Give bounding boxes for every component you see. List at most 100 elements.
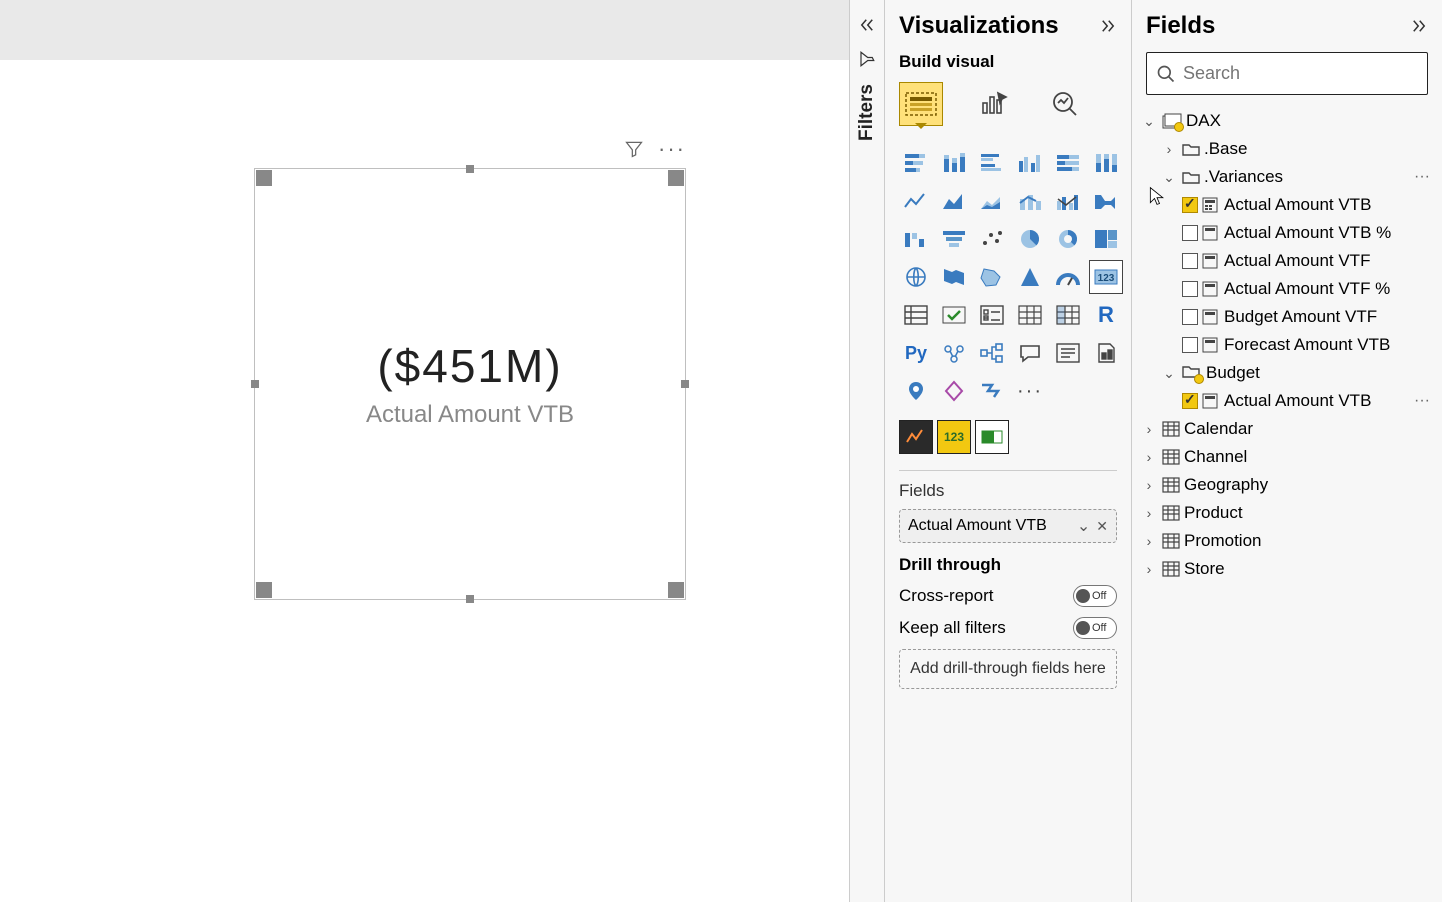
multi-row-card-icon[interactable] bbox=[899, 298, 933, 332]
100-stacked-column-icon[interactable] bbox=[1089, 146, 1123, 180]
decomposition-tree-icon[interactable] bbox=[975, 336, 1009, 370]
build-visual-tab[interactable] bbox=[899, 82, 943, 126]
visual-more-icon[interactable]: ··· bbox=[658, 136, 686, 162]
measure-actual-vtb[interactable]: Actual Amount VTB bbox=[1138, 191, 1436, 219]
resize-handle[interactable] bbox=[668, 582, 684, 598]
more-visuals-icon[interactable]: ··· bbox=[1013, 374, 1047, 408]
folder-budget[interactable]: ⌄ Budget bbox=[1138, 359, 1436, 387]
100-stacked-bar-icon[interactable] bbox=[1051, 146, 1085, 180]
resize-handle[interactable] bbox=[251, 380, 259, 388]
measure-actual-vtf[interactable]: Actual Amount VTF bbox=[1138, 247, 1436, 275]
gauge-icon[interactable] bbox=[1051, 260, 1085, 294]
slicer-icon[interactable] bbox=[975, 298, 1009, 332]
resize-handle[interactable] bbox=[256, 170, 272, 186]
visual-filter-icon[interactable] bbox=[624, 139, 644, 159]
format-visual-tab[interactable] bbox=[971, 82, 1015, 126]
line-stacked-column-icon[interactable] bbox=[1013, 184, 1047, 218]
scatter-icon[interactable] bbox=[975, 222, 1009, 256]
stacked-column-icon[interactable] bbox=[937, 146, 971, 180]
field-checkbox[interactable] bbox=[1182, 393, 1198, 409]
chevron-down-icon[interactable]: ⌄ bbox=[1077, 516, 1090, 536]
matrix-icon[interactable] bbox=[1051, 298, 1085, 332]
ribbon-chart-icon[interactable] bbox=[1089, 184, 1123, 218]
folder-base[interactable]: › .Base bbox=[1138, 135, 1436, 163]
drill-drop-zone[interactable]: Add drill-through fields here bbox=[899, 649, 1117, 689]
table-channel[interactable]: › Channel bbox=[1138, 443, 1436, 471]
chevron-right-icon[interactable]: › bbox=[1160, 141, 1178, 157]
resize-handle[interactable] bbox=[681, 380, 689, 388]
key-influencers-icon[interactable] bbox=[937, 336, 971, 370]
azure-map-icon[interactable] bbox=[1013, 260, 1047, 294]
filters-expand-icon[interactable] bbox=[858, 16, 876, 34]
more-options-icon[interactable]: ··· bbox=[1410, 168, 1434, 186]
map-icon[interactable] bbox=[899, 260, 933, 294]
more-options-icon[interactable]: ··· bbox=[1410, 392, 1434, 410]
field-checkbox[interactable] bbox=[1182, 337, 1198, 353]
kpi-icon[interactable] bbox=[937, 298, 971, 332]
donut-icon[interactable] bbox=[1051, 222, 1085, 256]
chevron-right-icon[interactable]: › bbox=[1140, 421, 1158, 437]
field-checkbox[interactable] bbox=[1182, 253, 1198, 269]
field-checkbox[interactable] bbox=[1182, 225, 1198, 241]
area-chart-icon[interactable] bbox=[937, 184, 971, 218]
qa-visual-icon[interactable] bbox=[1013, 336, 1047, 370]
field-chip[interactable]: Actual Amount VTB ⌄ ✕ bbox=[899, 509, 1117, 543]
chevron-down-icon[interactable]: ⌄ bbox=[1160, 365, 1178, 382]
funnel-icon[interactable] bbox=[937, 222, 971, 256]
card-visual-container[interactable]: ··· ($451M) Actual Amount VTB bbox=[254, 168, 686, 600]
resize-handle[interactable] bbox=[466, 165, 474, 173]
analytics-tab[interactable] bbox=[1043, 82, 1087, 126]
fields-collapse-icon[interactable] bbox=[1410, 17, 1428, 35]
measure-actual-vtb-pct[interactable]: Actual Amount VTB % bbox=[1138, 219, 1436, 247]
waterfall-icon[interactable] bbox=[899, 222, 933, 256]
folder-variances[interactable]: ⌄ .Variances ··· bbox=[1138, 163, 1436, 191]
table-product[interactable]: › Product bbox=[1138, 499, 1436, 527]
resize-handle[interactable] bbox=[668, 170, 684, 186]
chevron-right-icon[interactable]: › bbox=[1140, 477, 1158, 493]
table-geography[interactable]: › Geography bbox=[1138, 471, 1436, 499]
clustered-column-icon[interactable] bbox=[1013, 146, 1047, 180]
powerautomate-icon[interactable] bbox=[975, 374, 1009, 408]
field-checkbox[interactable] bbox=[1182, 197, 1198, 213]
measure-budget-actual-vtb[interactable]: Actual Amount VTB ··· bbox=[1138, 387, 1436, 415]
table-store[interactable]: › Store bbox=[1138, 555, 1436, 583]
table-icon[interactable] bbox=[1013, 298, 1047, 332]
table-dax[interactable]: ⌄ DAX bbox=[1138, 107, 1436, 135]
line-clustered-column-icon[interactable] bbox=[1051, 184, 1085, 218]
keep-filters-toggle[interactable]: Off bbox=[1073, 617, 1117, 639]
custom-visual-1[interactable] bbox=[899, 420, 933, 454]
chevron-right-icon[interactable]: › bbox=[1140, 533, 1158, 549]
chevron-down-icon[interactable]: ⌄ bbox=[1140, 113, 1158, 130]
search-input[interactable] bbox=[1146, 52, 1428, 95]
treemap-icon[interactable] bbox=[1089, 222, 1123, 256]
card-icon[interactable]: 123 bbox=[1089, 260, 1123, 294]
card-visual[interactable]: ($451M) Actual Amount VTB bbox=[254, 168, 686, 600]
custom-visual-3[interactable] bbox=[975, 420, 1009, 454]
remove-field-icon[interactable]: ✕ bbox=[1096, 518, 1108, 535]
cross-report-toggle[interactable]: Off bbox=[1073, 585, 1117, 607]
stacked-bar-icon[interactable] bbox=[899, 146, 933, 180]
r-visual-icon[interactable]: R bbox=[1089, 298, 1123, 332]
stacked-area-icon[interactable] bbox=[975, 184, 1009, 218]
measure-budget-vtf[interactable]: Budget Amount VTF bbox=[1138, 303, 1436, 331]
smart-narrative-icon[interactable] bbox=[1051, 336, 1085, 370]
resize-handle[interactable] bbox=[466, 595, 474, 603]
filled-map-icon[interactable] bbox=[937, 260, 971, 294]
powerapps-icon[interactable] bbox=[937, 374, 971, 408]
field-checkbox[interactable] bbox=[1182, 281, 1198, 297]
pie-icon[interactable] bbox=[1013, 222, 1047, 256]
chevron-right-icon[interactable]: › bbox=[1140, 449, 1158, 465]
chevron-right-icon[interactable]: › bbox=[1140, 561, 1158, 577]
arcgis-icon[interactable] bbox=[899, 374, 933, 408]
chevron-down-icon[interactable]: ⌄ bbox=[1160, 169, 1178, 186]
measure-forecast-vtb[interactable]: Forecast Amount VTB bbox=[1138, 331, 1436, 359]
measure-actual-vtf-pct[interactable]: Actual Amount VTF % bbox=[1138, 275, 1436, 303]
clustered-bar-icon[interactable] bbox=[975, 146, 1009, 180]
line-chart-icon[interactable] bbox=[899, 184, 933, 218]
custom-visual-2[interactable]: 123 bbox=[937, 420, 971, 454]
table-promotion[interactable]: › Promotion bbox=[1138, 527, 1436, 555]
table-calendar[interactable]: › Calendar bbox=[1138, 415, 1436, 443]
paginated-report-icon[interactable] bbox=[1089, 336, 1123, 370]
python-visual-icon[interactable]: Py bbox=[899, 336, 933, 370]
field-checkbox[interactable] bbox=[1182, 309, 1198, 325]
